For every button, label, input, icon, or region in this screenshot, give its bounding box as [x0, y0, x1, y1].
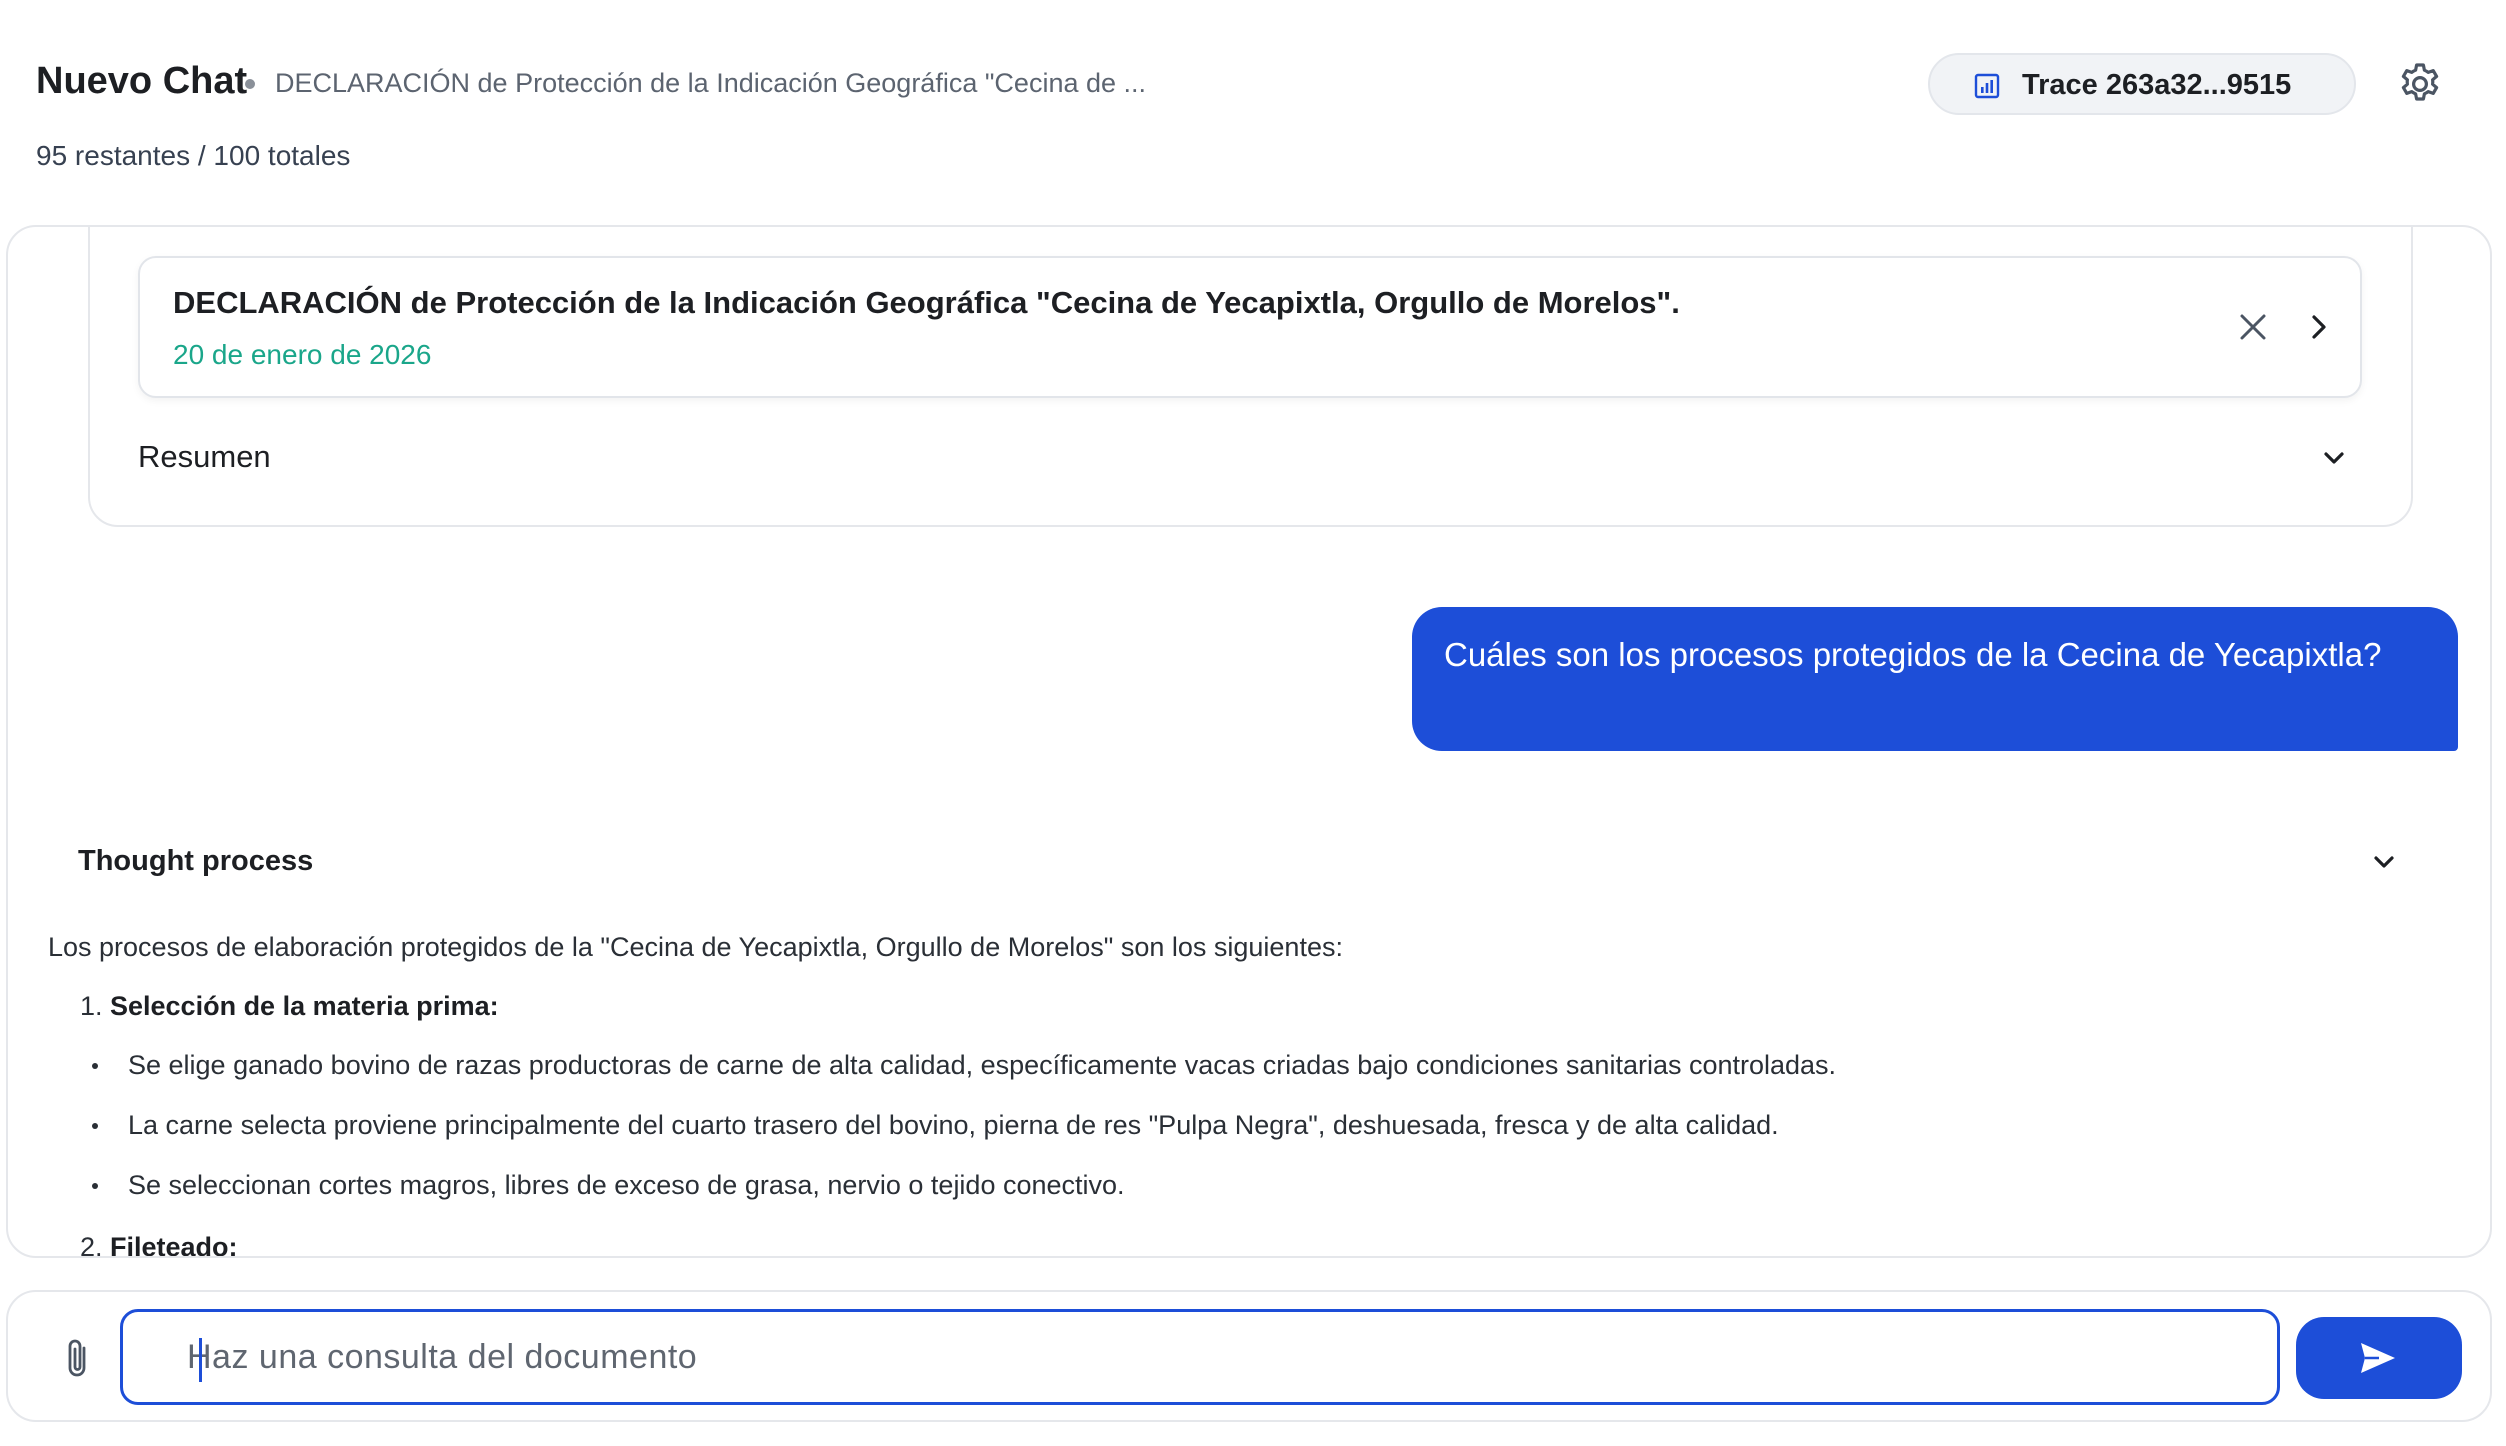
quota-counter: 95 restantes / 100 totales [36, 140, 351, 171]
text-caret [199, 1338, 202, 1382]
document-name[interactable]: DECLARACIÓN de Protección de la Indicaci… [275, 68, 1146, 99]
step-title: Fileteado: [110, 1232, 238, 1258]
answer-step: 2. Fileteado: [80, 1232, 238, 1258]
bullet-text: La carne selecta proviene principalmente… [128, 1110, 1779, 1140]
answer-bullet: La carne selecta proviene principalmente… [92, 1110, 1779, 1141]
bullet-icon [92, 1183, 98, 1189]
send-button[interactable] [2296, 1317, 2462, 1399]
bullet-icon [92, 1123, 98, 1129]
page-title: Nuevo Chat [36, 60, 248, 102]
close-icon[interactable] [2236, 310, 2270, 344]
send-icon [2361, 1343, 2395, 1373]
chevron-right-icon[interactable] [2304, 310, 2334, 344]
document-card-date: 20 de enero de 2026 [173, 339, 432, 370]
trace-button[interactable]: Trace 263a32...9515 [1928, 53, 2356, 115]
document-card-title: DECLARACIÓN de Protección de la Indicaci… [173, 285, 1680, 320]
bullet-text: Se seleccionan cortes magros, libres de … [128, 1170, 1125, 1200]
user-message: Cuáles son los procesos protegidos de la… [1412, 607, 2458, 751]
step-title: Selección de la materia prima: [110, 991, 499, 1021]
answer-bullet: Se seleccionan cortes magros, libres de … [92, 1170, 1125, 1201]
step-number: 1. [80, 991, 103, 1021]
thought-process-label: Thought process [78, 845, 314, 877]
thought-process-toggle[interactable]: Thought process [78, 839, 2418, 889]
answer-step: 1. Selección de la materia prima: [80, 991, 499, 1022]
document-card[interactable]: DECLARACIÓN de Protección de la Indicaci… [138, 256, 2362, 398]
summary-label: Resumen [138, 439, 271, 474]
chat-header: Nuevo Chat DECLARACIÓN de Protección de … [0, 0, 2506, 210]
query-input-box[interactable] [120, 1309, 2280, 1405]
separator-dot [245, 79, 255, 89]
bullet-icon [92, 1063, 98, 1069]
gear-icon[interactable] [2396, 60, 2444, 108]
chevron-down-icon [2374, 856, 2394, 868]
chevron-down-icon [2324, 452, 2344, 464]
answer-bullet: Se elige ganado bovino de razas producto… [92, 1050, 1837, 1081]
chat-panel[interactable]: DECLARACIÓN de Protección de la Indicaci… [6, 225, 2492, 1258]
bar-chart-icon [1974, 73, 2000, 99]
summary-toggle[interactable]: Resumen [138, 435, 2362, 485]
paperclip-icon[interactable] [62, 1336, 96, 1382]
answer-intro: Los procesos de elaboración protegidos d… [48, 932, 1343, 962]
step-number: 2. [80, 1232, 103, 1258]
trace-label: Trace 263a32...9515 [2022, 69, 2292, 101]
bullet-text: Se elige ganado bovino de razas producto… [128, 1050, 1837, 1080]
query-input[interactable] [123, 1312, 2277, 1402]
message-composer [6, 1290, 2492, 1422]
